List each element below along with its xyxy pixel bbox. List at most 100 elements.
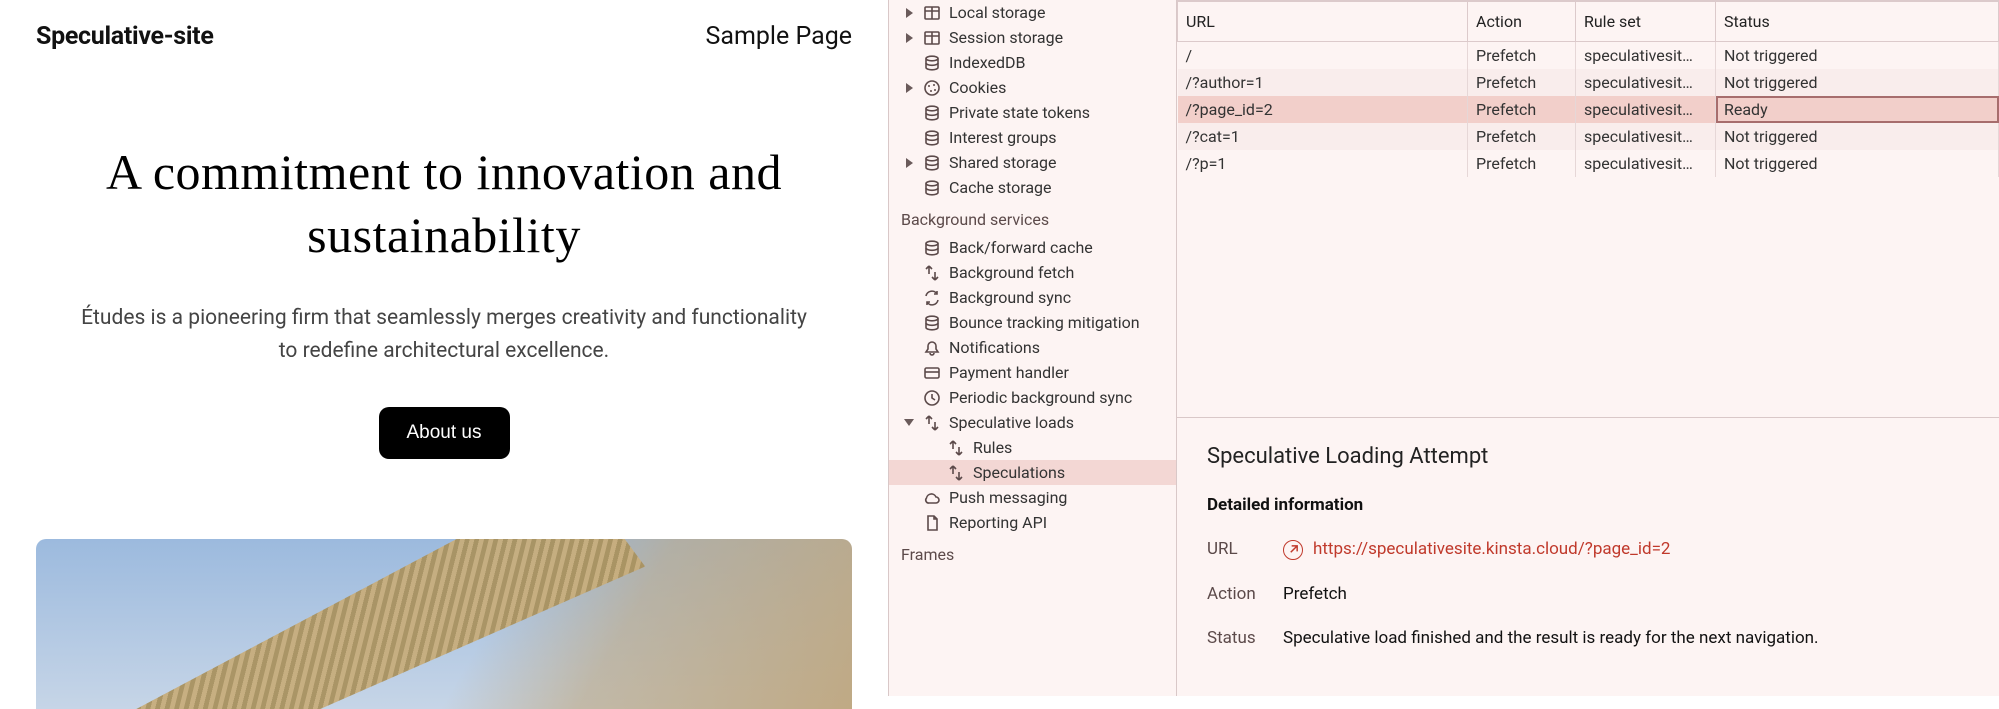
cloud-icon xyxy=(923,489,941,507)
db-icon xyxy=(923,314,941,332)
tree-item[interactable]: Cache storage xyxy=(889,175,1176,200)
disclosure-triangle-icon[interactable] xyxy=(906,33,913,43)
table-row[interactable]: /?author=1Prefetchspeculativesit…Not tri… xyxy=(1178,69,1999,96)
cell-status: Not triggered xyxy=(1716,150,1999,177)
detail-status-value: Speculative load finished and the result… xyxy=(1283,628,1819,648)
tree-item[interactable]: Shared storage xyxy=(889,150,1176,175)
db-icon xyxy=(923,154,941,172)
cell-url: / xyxy=(1178,42,1468,70)
hero-image xyxy=(36,539,852,709)
card-icon xyxy=(923,364,941,382)
tree-item[interactable]: Session storage xyxy=(889,25,1176,50)
detail-pane: Speculative Loading Attempt Detailed inf… xyxy=(1177,417,1999,696)
cell-rule: speculativesit… xyxy=(1576,150,1716,177)
tree-item[interactable]: Reporting API xyxy=(889,510,1176,535)
hero-paragraph: Études is a pioneering firm that seamles… xyxy=(74,302,814,367)
detail-action-value: Prefetch xyxy=(1283,584,1347,604)
detail-title: Speculative Loading Attempt xyxy=(1207,444,1969,469)
tree-item[interactable]: Payment handler xyxy=(889,360,1176,385)
grid-icon xyxy=(923,4,941,22)
tree-item[interactable]: Rules xyxy=(889,435,1176,460)
tree-item[interactable]: Background fetch xyxy=(889,260,1176,285)
grid-icon xyxy=(923,29,941,47)
arrows-icon xyxy=(947,439,965,457)
cell-action: Prefetch xyxy=(1468,69,1576,96)
nav-sample-page[interactable]: Sample Page xyxy=(706,22,852,51)
tree-item-label: Speculative loads xyxy=(949,413,1074,432)
tree-item[interactable]: Notifications xyxy=(889,335,1176,360)
tree-item[interactable]: Speculative loads xyxy=(889,410,1176,435)
cell-action: Prefetch xyxy=(1468,42,1576,70)
table-header[interactable]: Status xyxy=(1716,1,1999,42)
tree-item-label: Interest groups xyxy=(949,128,1057,147)
tree-item[interactable]: Local storage xyxy=(889,0,1176,25)
cell-url: /?cat=1 xyxy=(1178,123,1468,150)
detail-status-label: Status xyxy=(1207,628,1263,648)
speculations-pane: URLActionRule setStatus /Prefetchspecula… xyxy=(1177,0,1999,696)
external-link-icon xyxy=(1283,540,1303,560)
detail-url-row: URL https://speculativesite.kinsta.cloud… xyxy=(1207,539,1969,560)
disclosure-triangle-icon[interactable] xyxy=(904,419,914,426)
cell-rule: speculativesit… xyxy=(1576,96,1716,123)
tree-item-label: Shared storage xyxy=(949,153,1057,172)
db-icon xyxy=(923,179,941,197)
tree-item-label: Rules xyxy=(973,438,1012,457)
tree-item-label: Bounce tracking mitigation xyxy=(949,313,1140,332)
detail-url-value[interactable]: https://speculativesite.kinsta.cloud/?pa… xyxy=(1313,539,1670,559)
tree-item-label: Reporting API xyxy=(949,513,1047,532)
tree-item-label: IndexedDB xyxy=(949,53,1025,72)
detail-sub: Detailed information xyxy=(1207,495,1969,515)
tree-item-label: Push messaging xyxy=(949,488,1067,507)
table-row[interactable]: /?cat=1Prefetchspeculativesit…Not trigge… xyxy=(1178,123,1999,150)
devtools-panel: Local storage Session storage IndexedDB Coo… xyxy=(888,0,1999,696)
table-row[interactable]: /?p=1Prefetchspeculativesit…Not triggere… xyxy=(1178,150,1999,177)
file-icon xyxy=(923,514,941,532)
cell-action: Prefetch xyxy=(1468,96,1576,123)
about-us-button[interactable]: About us xyxy=(379,407,510,459)
site-title[interactable]: Speculative-site xyxy=(36,22,214,51)
hero-heading: A commitment to innovation and sustainab… xyxy=(36,141,852,266)
detail-url-label: URL xyxy=(1207,539,1263,560)
cookie-icon xyxy=(923,79,941,97)
tree-item[interactable]: Cookies xyxy=(889,75,1176,100)
table-spacer xyxy=(1177,177,1999,417)
tree-item[interactable]: Push messaging xyxy=(889,485,1176,510)
table-header[interactable]: Rule set xyxy=(1576,1,1716,42)
disclosure-triangle-icon[interactable] xyxy=(906,83,913,93)
table-row[interactable]: /Prefetchspeculativesit…Not triggered xyxy=(1178,42,1999,70)
tree-item[interactable]: Bounce tracking mitigation xyxy=(889,310,1176,335)
cell-status: Not triggered xyxy=(1716,123,1999,150)
hero-heading-line1: A commitment to innovation and xyxy=(106,144,782,200)
table-header[interactable]: URL xyxy=(1178,1,1468,42)
tree-item[interactable]: Private state tokens xyxy=(889,100,1176,125)
tree-item-label: Speculations xyxy=(973,463,1065,482)
tree-item[interactable]: Background sync xyxy=(889,285,1176,310)
db-icon xyxy=(923,54,941,72)
sync-icon xyxy=(923,289,941,307)
cell-url: /?p=1 xyxy=(1178,150,1468,177)
table-row[interactable]: /?page_id=2Prefetchspeculativesit…Ready xyxy=(1178,96,1999,123)
cell-status: Not triggered xyxy=(1716,69,1999,96)
tree-item[interactable]: Speculations xyxy=(889,460,1176,485)
cell-action: Prefetch xyxy=(1468,150,1576,177)
disclosure-triangle-icon[interactable] xyxy=(906,158,913,168)
tree-item[interactable]: Interest groups xyxy=(889,125,1176,150)
tree-item[interactable]: Periodic background sync xyxy=(889,385,1176,410)
tree-item[interactable]: IndexedDB xyxy=(889,50,1176,75)
disclosure-triangle-icon[interactable] xyxy=(906,8,913,18)
speculations-table[interactable]: URLActionRule setStatus /Prefetchspecula… xyxy=(1177,0,1999,177)
application-tree[interactable]: Local storage Session storage IndexedDB Coo… xyxy=(889,0,1177,696)
hero-heading-line2: sustainability xyxy=(307,207,581,263)
table-header[interactable]: Action xyxy=(1468,1,1576,42)
tree-item-label: Local storage xyxy=(949,3,1045,22)
cell-rule: speculativesit… xyxy=(1576,42,1716,70)
cell-status: Ready xyxy=(1716,96,1999,123)
db-icon xyxy=(923,239,941,257)
tree-item-label: Payment handler xyxy=(949,363,1069,382)
tree-item[interactable]: Back/forward cache xyxy=(889,235,1176,260)
tree-item-label: Background fetch xyxy=(949,263,1074,282)
arrows-icon xyxy=(923,264,941,282)
detail-status-row: Status Speculative load finished and the… xyxy=(1207,628,1969,648)
detail-url-value-wrap: https://speculativesite.kinsta.cloud/?pa… xyxy=(1283,539,1670,560)
background-services-label: Background services xyxy=(889,200,1176,235)
